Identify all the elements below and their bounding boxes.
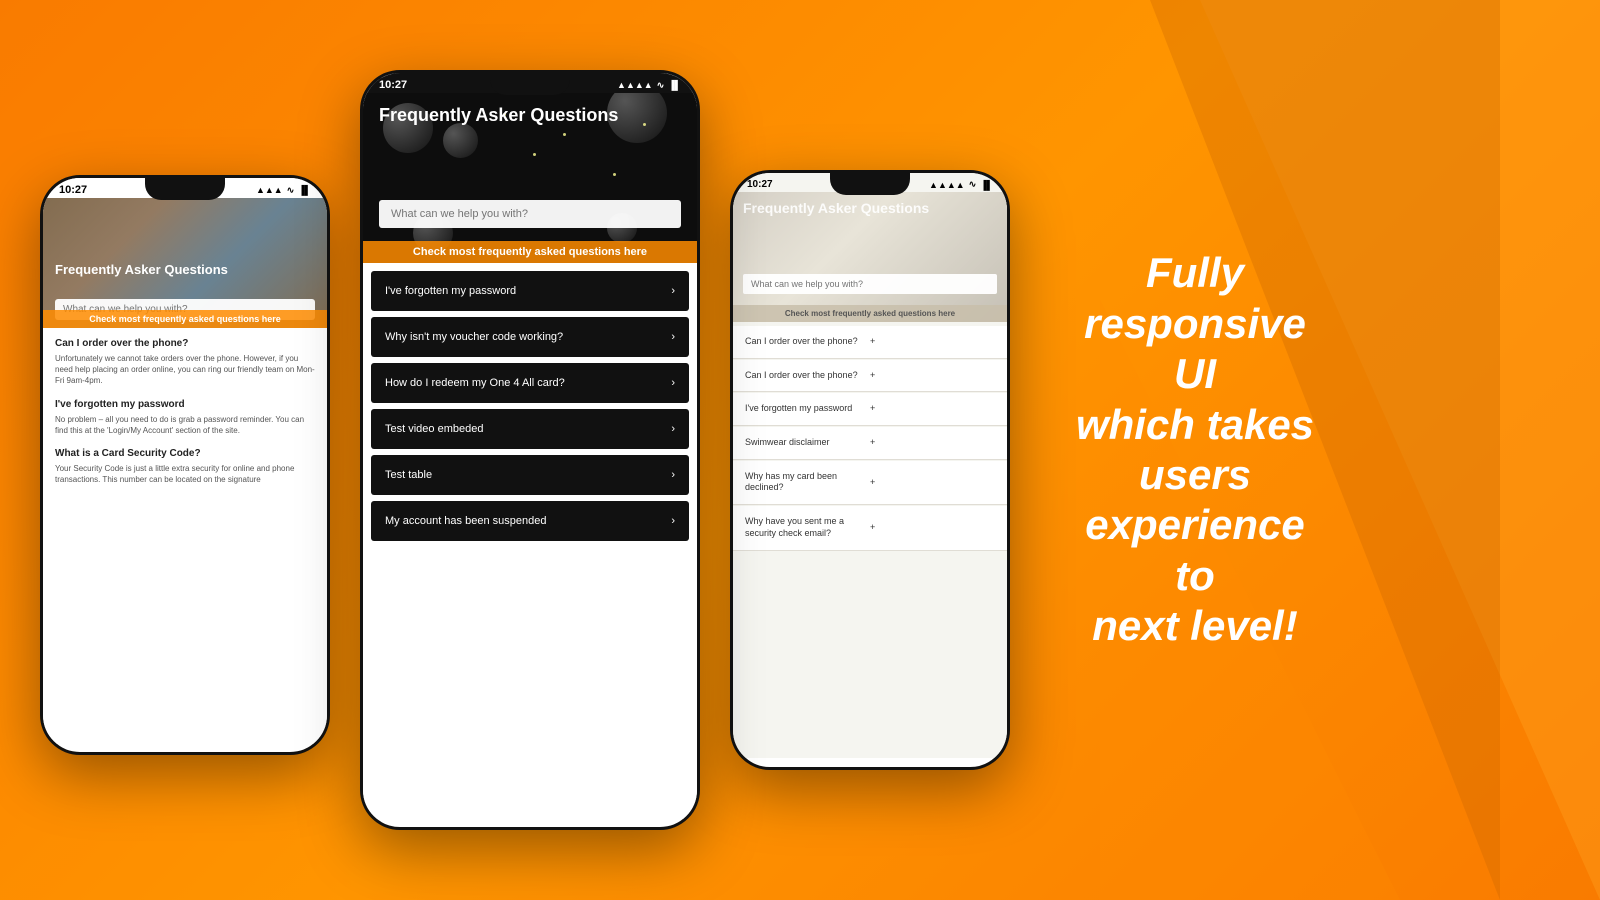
faq-row-right-2[interactable]: I've forgotten my password + xyxy=(733,393,1007,426)
statusbar-icons-right: ▲▲▲▲ ∿ ▐▌ xyxy=(929,179,993,190)
faq-question-right-2: I've forgotten my password xyxy=(745,403,870,415)
accordion-label-5: My account has been suspended xyxy=(385,515,546,527)
time-center: 10:27 xyxy=(379,79,407,91)
accordion-item-5[interactable]: My account has been suspended › xyxy=(371,501,689,541)
page-layout: 10:27 ▲▲▲ ∿ ▐▌ Frequently Asker Question… xyxy=(0,0,1600,900)
faq-list-left: Can I order over the phone? Unfortunatel… xyxy=(43,328,327,507)
phone-right: 10:27 ▲▲▲▲ ∿ ▐▌ Frequently Asker Questio… xyxy=(730,170,1010,770)
search-input-right[interactable] xyxy=(743,274,997,294)
faq-question-left-0: Can I order over the phone? xyxy=(55,338,315,349)
tagline-line2: responsive UI xyxy=(1084,300,1306,397)
faq-item-left-1: I've forgotten my password No problem – … xyxy=(55,399,315,436)
statusbar-icons-left: ▲▲▲ ∿ ▐▌ xyxy=(256,185,311,196)
plus-icon-right-3: + xyxy=(870,437,995,449)
hero-overlay-right: Check most frequently asked questions he… xyxy=(733,305,1007,322)
faq-accordion-center: I've forgotten my password › Why isn't m… xyxy=(363,263,697,549)
faq-list-right: Can I order over the phone? + Can I orde… xyxy=(733,322,1007,556)
faq-item-left-2: What is a Card Security Code? Your Secur… xyxy=(55,448,315,485)
accordion-arrow-2: › xyxy=(671,377,675,389)
sparkle-4 xyxy=(613,173,616,176)
accordion-item-2[interactable]: How do I redeem my One 4 All card? › xyxy=(371,363,689,403)
phone-right-content: Frequently Asker Questions Check most fr… xyxy=(733,192,1007,758)
faq-question-right-4: Why has my card been declined? xyxy=(745,471,870,494)
wifi-icon-right: ∿ xyxy=(969,179,977,190)
faq-answer-left-0: Unfortunately we cannot take orders over… xyxy=(55,353,315,387)
phone-left: 10:27 ▲▲▲ ∿ ▐▌ Frequently Asker Question… xyxy=(40,175,330,755)
phone-notch-left xyxy=(145,178,225,200)
signal-icon-right: ▲▲▲▲ xyxy=(929,180,965,190)
ball-2 xyxy=(443,123,478,158)
phone-notch-right xyxy=(830,173,910,195)
battery-icon-center: ▐▌ xyxy=(668,80,681,90)
hero-title-right: Frequently Asker Questions xyxy=(743,200,997,216)
tagline-line3: which takes xyxy=(1076,401,1314,448)
accordion-label-1: Why isn't my voucher code working? xyxy=(385,331,563,343)
faq-row-right-5[interactable]: Why have you sent me a security check em… xyxy=(733,506,1007,550)
plus-icon-right-2: + xyxy=(870,403,995,415)
faq-answer-left-2: Your Security Code is just a little extr… xyxy=(55,463,315,485)
plus-icon-right-1: + xyxy=(870,370,995,382)
wifi-icon-left: ∿ xyxy=(287,185,295,196)
tagline-line4: users xyxy=(1139,451,1251,498)
signal-icon-center: ▲▲▲▲ xyxy=(617,80,653,90)
sparkle-3 xyxy=(533,153,536,156)
time-left: 10:27 xyxy=(59,184,87,196)
search-input-center[interactable] xyxy=(379,200,681,228)
accordion-arrow-5: › xyxy=(671,515,675,527)
faq-question-right-1: Can I order over the phone? xyxy=(745,370,870,382)
faq-question-left-2: What is a Card Security Code? xyxy=(55,448,315,459)
accordion-item-3[interactable]: Test video embeded › xyxy=(371,409,689,449)
tagline-text: Fully responsive UI which takes users ex… xyxy=(1060,248,1330,651)
time-right: 10:27 xyxy=(747,179,773,190)
faq-row-right-1[interactable]: Can I order over the phone? + xyxy=(733,360,1007,393)
accordion-item-4[interactable]: Test table › xyxy=(371,455,689,495)
center-hero-title: Frequently Asker Questions xyxy=(379,105,681,127)
accordion-label-2: How do I redeem my One 4 All card? xyxy=(385,377,565,389)
faq-row-right-4[interactable]: Why has my card been declined? + xyxy=(733,461,1007,505)
accordion-label-0: I've forgotten my password xyxy=(385,285,516,297)
faq-row-right-3[interactable]: Swimwear disclaimer + xyxy=(733,427,1007,460)
tagline-section: Fully responsive UI which takes users ex… xyxy=(1030,228,1360,671)
phone-left-content: Frequently Asker Questions Check most fr… xyxy=(43,198,327,744)
tagline-line5: experience to xyxy=(1085,501,1304,598)
center-hero-overlay: Check most frequently asked questions he… xyxy=(363,241,697,263)
phone-notch-center xyxy=(490,73,570,95)
statusbar-icons-center: ▲▲▲▲ ∿ ▐▌ xyxy=(617,80,681,91)
hero-overlay-left: Check most frequently asked questions he… xyxy=(43,310,327,328)
plus-icon-right-5: + xyxy=(870,522,995,534)
battery-icon-left: ▐▌ xyxy=(298,185,311,195)
hero-banner-left: Frequently Asker Questions Check most fr… xyxy=(43,198,327,328)
tagline-line1: Fully xyxy=(1146,249,1244,296)
accordion-arrow-1: › xyxy=(671,331,675,343)
hero-banner-right: Frequently Asker Questions Check most fr… xyxy=(733,192,1007,322)
hero-banner-center: Frequently Asker Questions Check most fr… xyxy=(363,93,697,263)
wifi-icon-center: ∿ xyxy=(657,80,665,91)
battery-icon-right: ▐▌ xyxy=(980,180,993,190)
plus-icon-right-4: + xyxy=(870,477,995,489)
signal-icon-left: ▲▲▲ xyxy=(256,185,283,195)
accordion-label-3: Test video embeded xyxy=(385,423,483,435)
faq-question-right-0: Can I order over the phone? xyxy=(745,336,870,348)
center-hero-search[interactable] xyxy=(379,200,681,228)
faq-question-right-5: Why have you sent me a security check em… xyxy=(745,516,870,539)
accordion-arrow-3: › xyxy=(671,423,675,435)
accordion-label-4: Test table xyxy=(385,469,432,481)
accordion-item-1[interactable]: Why isn't my voucher code working? › xyxy=(371,317,689,357)
accordion-arrow-4: › xyxy=(671,469,675,481)
phone-center-content: Frequently Asker Questions Check most fr… xyxy=(363,93,697,819)
accordion-arrow-0: › xyxy=(671,285,675,297)
faq-item-left-0: Can I order over the phone? Unfortunatel… xyxy=(55,338,315,387)
phone-center: 10:27 ▲▲▲▲ ∿ ▐▌ Fre xyxy=(360,70,700,830)
sparkle-2 xyxy=(563,133,566,136)
faq-question-left-1: I've forgotten my password xyxy=(55,399,315,410)
faq-answer-left-1: No problem – all you need to do is grab … xyxy=(55,414,315,436)
accordion-item-0[interactable]: I've forgotten my password › xyxy=(371,271,689,311)
hero-search-right[interactable] xyxy=(743,274,997,294)
plus-icon-right-0: + xyxy=(870,336,995,348)
hero-title-left: Frequently Asker Questions xyxy=(55,262,315,278)
faq-question-right-3: Swimwear disclaimer xyxy=(745,437,870,449)
tagline-line6: next level! xyxy=(1092,602,1297,649)
faq-row-right-0[interactable]: Can I order over the phone? + xyxy=(733,326,1007,359)
